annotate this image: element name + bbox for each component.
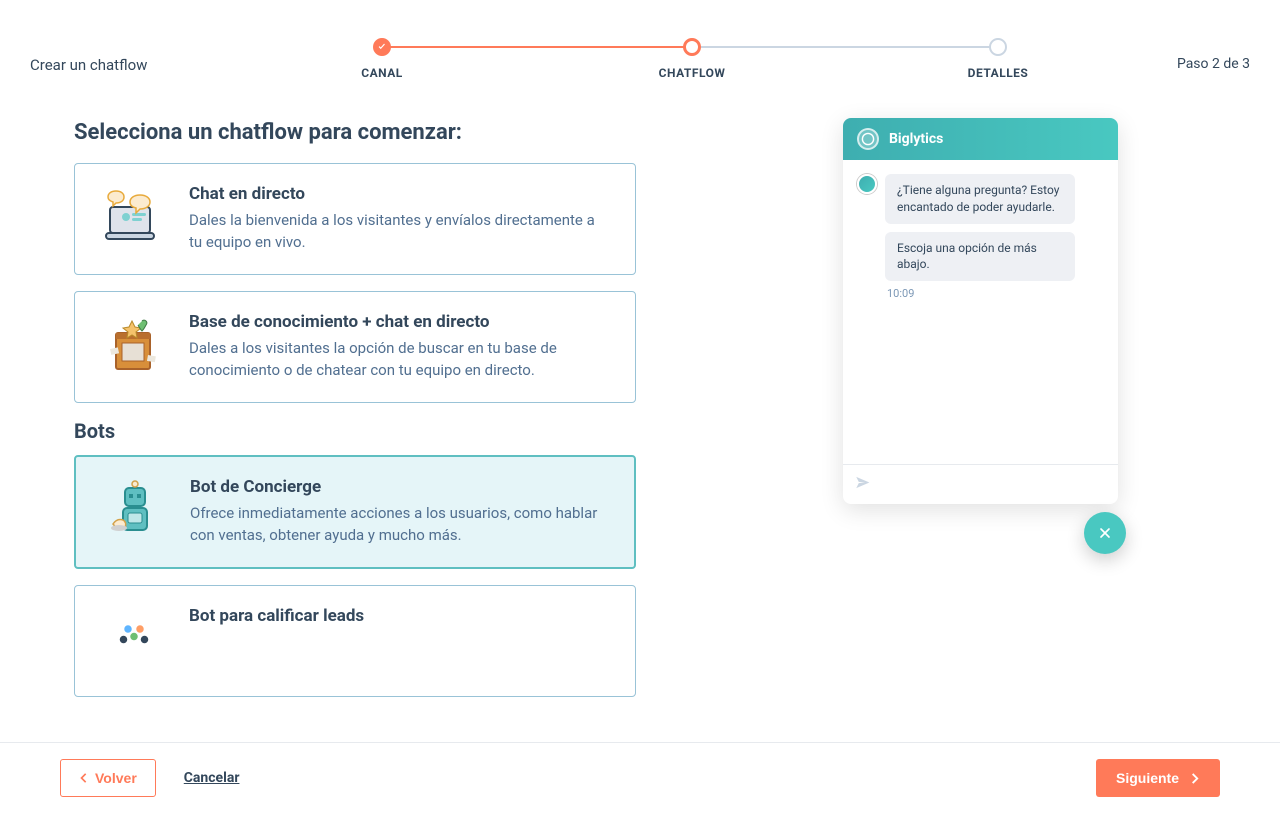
step-label-canal: CANAL <box>361 66 403 80</box>
option-title: Bot de Concierge <box>190 477 604 497</box>
option-title: Chat en directo <box>189 184 605 204</box>
step-node-canal[interactable] <box>373 38 391 56</box>
chat-input-area[interactable] <box>843 464 1118 504</box>
check-icon <box>377 42 387 52</box>
knowledge-base-icon <box>99 312 169 382</box>
next-label: Siguiente <box>1116 770 1179 786</box>
option-desc: Dales la bienvenida a los visitantes y e… <box>189 210 605 254</box>
option-qualify-leads-bot[interactable]: Bot para calificar leads <box>74 585 636 697</box>
option-concierge-bot[interactable]: Bot de Concierge Ofrece inmediatamente a… <box>74 455 636 569</box>
step-label-detalles: DETALLES <box>968 66 1029 80</box>
next-button[interactable]: Siguiente <box>1096 759 1220 797</box>
send-icon <box>855 475 870 490</box>
qualify-bot-icon <box>99 606 169 676</box>
chat-avatar-icon <box>857 128 879 150</box>
chevron-right-icon <box>1189 773 1200 784</box>
page-title: Crear un chatflow <box>30 34 260 74</box>
option-kb-live-chat[interactable]: Base de conocimiento + chat en directo D… <box>74 291 636 403</box>
chatflow-options: Chat en directo Dales la bienvenida a lo… <box>70 163 640 742</box>
chat-close-button[interactable] <box>1084 512 1126 554</box>
chevron-left-icon <box>79 773 89 783</box>
laptop-chat-icon <box>99 184 169 254</box>
option-live-chat[interactable]: Chat en directo Dales la bienvenida a lo… <box>74 163 636 275</box>
chat-timestamp: 10:09 <box>887 287 1104 300</box>
step-counter: Paso 2 de 3 <box>1110 34 1250 72</box>
back-button[interactable]: Volver <box>60 759 156 797</box>
option-title: Bot para calificar leads <box>189 606 605 626</box>
option-title: Base de conocimiento + chat en directo <box>189 312 605 332</box>
cancel-link[interactable]: Cancelar <box>184 770 240 786</box>
step-node-chatflow[interactable] <box>683 38 701 56</box>
chat-header: Biglytics <box>843 118 1118 160</box>
option-desc: Dales a los visitantes la opción de busc… <box>189 338 605 382</box>
step-node-detalles[interactable] <box>989 38 1007 56</box>
concierge-bot-icon <box>100 477 170 547</box>
section-title: Selecciona un chatflow para comenzar: <box>70 120 640 145</box>
stepper: CANAL CHATFLOW DETALLES <box>260 34 1110 84</box>
wizard-footer: Volver Cancelar Siguiente <box>0 742 1280 813</box>
chat-preview: Biglytics ¿Tiene alguna pregunta? Estoy … <box>843 118 1118 504</box>
close-icon <box>1097 525 1113 541</box>
chat-message: Escoja una opción de más abajo. <box>885 232 1075 282</box>
chat-message: ¿Tiene alguna pregunta? Estoy encantado … <box>885 174 1075 224</box>
bot-avatar-icon <box>857 174 877 194</box>
back-label: Volver <box>95 770 137 786</box>
bots-heading: Bots <box>74 419 636 443</box>
chat-brand: Biglytics <box>889 131 943 147</box>
option-desc: Ofrece inmediatamente acciones a los usu… <box>190 503 604 547</box>
wizard-header: Crear un chatflow CANAL CHATFLOW DETALLE… <box>0 0 1280 90</box>
step-label-chatflow: CHATFLOW <box>659 66 726 80</box>
